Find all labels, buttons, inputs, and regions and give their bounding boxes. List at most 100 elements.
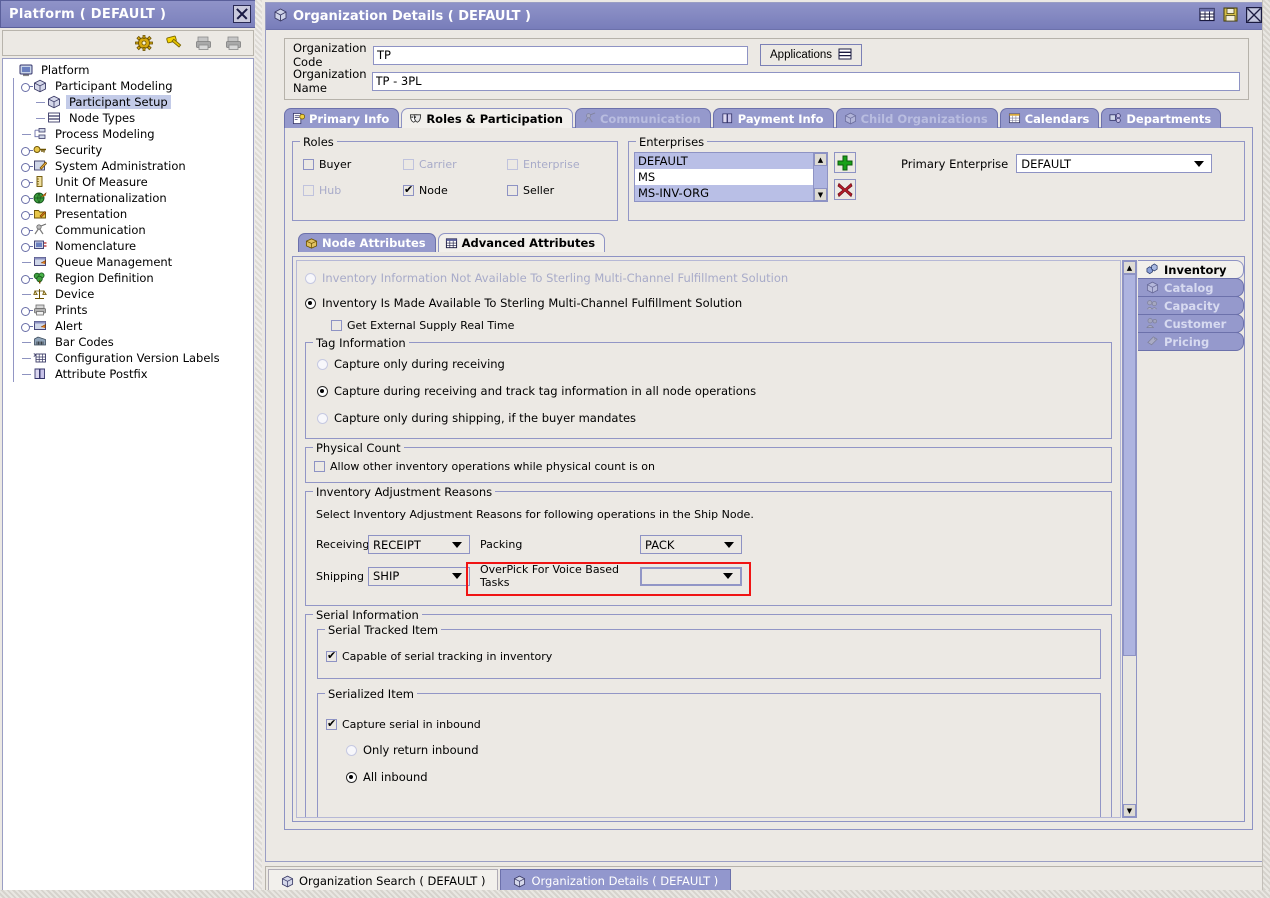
scroll-down-icon[interactable]: ▼ — [1123, 804, 1136, 817]
enterprise-list-item[interactable]: MS — [635, 169, 813, 185]
capture-serial-inbound-row[interactable]: Capture serial in inbound — [318, 694, 1100, 731]
inventory-available-radio[interactable] — [305, 297, 316, 309]
tree-item-internationalization[interactable]: Internationalization — [3, 190, 253, 206]
role-buyer-checkbox[interactable] — [303, 159, 314, 170]
scroll-down-icon[interactable]: ▼ — [814, 188, 827, 201]
enterprises-listbox[interactable]: DEFAULT MS MS-INV-ORG — [634, 152, 814, 202]
side-tab-inventory[interactable]: Inventory — [1138, 260, 1244, 279]
serialized-option-1[interactable]: All inbound — [346, 770, 1100, 784]
serialized-option-1-radio[interactable] — [346, 771, 357, 783]
print-icon[interactable] — [195, 35, 213, 51]
inventory-available-radio-row[interactable]: Inventory Is Made Available To Sterling … — [305, 296, 1112, 310]
capture-serial-inbound-checkbox[interactable] — [326, 717, 337, 730]
tree-item-participant-setup[interactable]: Participant Setup — [3, 94, 253, 110]
grid-view-icon[interactable] — [1199, 7, 1215, 25]
print-all-icon[interactable] — [225, 35, 243, 51]
receiving-combo[interactable]: RECEIPT — [368, 535, 470, 554]
tree-item-unit-of-measure[interactable]: Unit Of Measure — [3, 174, 253, 190]
tag-option-2-radio[interactable] — [317, 412, 328, 424]
tag-option-2[interactable]: Capture only during shipping, if the buy… — [317, 411, 1111, 425]
serial-tracking-checkbox[interactable] — [326, 649, 337, 662]
tree-item-node-types[interactable]: Node Types — [3, 110, 253, 126]
tab-primary-info[interactable]: Primary Info — [284, 108, 400, 128]
add-enterprise-button[interactable] — [834, 152, 856, 173]
outer-horizontal-scrollbar[interactable] — [0, 890, 1270, 898]
tree-item-process-modeling[interactable]: Process Modeling — [3, 126, 253, 142]
tree-item-region-definition[interactable]: Region Definition — [3, 270, 253, 286]
role-seller-checkbox[interactable] — [507, 185, 518, 196]
role-seller[interactable]: Seller — [507, 184, 617, 197]
tab-departments[interactable]: Departments — [1101, 108, 1222, 128]
tree-expander-icon[interactable] — [21, 81, 33, 92]
tab-payment-info[interactable]: Payment Info — [712, 108, 834, 128]
enterprises-list-scrollbar[interactable]: ▲ ▼ — [814, 152, 828, 202]
tree-item-configuration-version-labels[interactable]: Configuration Version Labels — [3, 350, 253, 366]
close-icon[interactable] — [233, 5, 251, 23]
tree-expander-icon[interactable] — [21, 305, 33, 316]
tree-item-bar-codes[interactable]: Bar Codes — [3, 334, 253, 350]
physical-count-row[interactable]: Allow other inventory operations while p… — [306, 448, 1111, 473]
save-icon[interactable] — [1223, 7, 1238, 25]
subtab-node-attributes[interactable]: Node Attributes — [298, 233, 436, 252]
tree-expander-icon[interactable] — [21, 145, 33, 156]
org-code-input[interactable] — [373, 45, 748, 65]
tree-item-attribute-postfix[interactable]: Attribute Postfix — [3, 366, 253, 382]
scrollbar-thumb[interactable] — [1123, 274, 1136, 656]
subtab-advanced-attributes[interactable]: Advanced Attributes — [437, 233, 606, 252]
tree-expander-icon[interactable] — [21, 241, 33, 252]
left-panel-scrollbar[interactable] — [255, 0, 262, 898]
tree-item-communication[interactable]: Communication — [3, 222, 253, 238]
serialized-option-0[interactable]: Only return inbound — [346, 743, 1100, 757]
attributes-vertical-scrollbar[interactable]: ▲ ▼ — [1122, 260, 1137, 818]
delete-enterprise-button[interactable] — [834, 179, 856, 200]
inventory-not-available-radio-row[interactable]: Inventory Information Not Available To S… — [305, 271, 1112, 285]
close-icon[interactable] — [1246, 6, 1263, 26]
cube-icon — [281, 875, 294, 888]
inventory-not-available-radio[interactable] — [305, 272, 316, 284]
gear-icon[interactable] — [135, 35, 153, 51]
enterprise-list-item[interactable]: MS-INV-ORG — [635, 185, 813, 201]
tree-expander-icon[interactable] — [21, 209, 33, 220]
tab-roles-participation[interactable]: Roles & Participation — [401, 108, 573, 128]
tree-item-alert[interactable]: Alert — [3, 318, 253, 334]
tree-expander-icon[interactable] — [21, 273, 33, 284]
hammer-icon[interactable] — [165, 35, 183, 51]
tree-item-prints[interactable]: Prints — [3, 302, 253, 318]
tree-item-participant-modeling[interactable]: Participant Modeling — [3, 78, 253, 94]
tag-option-0[interactable]: Capture only during receiving — [317, 357, 1111, 371]
tree-expander-icon[interactable] — [21, 225, 33, 236]
outer-vertical-scrollbar[interactable] — [1262, 0, 1270, 898]
tag-option-1[interactable]: Capture during receiving and track tag i… — [317, 384, 1111, 398]
packing-combo[interactable]: PACK — [640, 535, 742, 554]
primary-enterprise-combo[interactable]: DEFAULT — [1016, 154, 1213, 173]
get-external-supply-row[interactable]: Get External Supply Real Time — [331, 319, 1112, 332]
scroll-up-icon[interactable]: ▲ — [1123, 261, 1136, 274]
scrollbar-track[interactable] — [1123, 274, 1136, 804]
physical-count-checkbox[interactable] — [314, 461, 325, 472]
scroll-up-icon[interactable]: ▲ — [814, 153, 827, 166]
shipping-combo[interactable]: SHIP — [368, 566, 470, 586]
role-node-checkbox[interactable] — [403, 183, 414, 196]
tab-calendars[interactable]: Calendars — [999, 108, 1100, 128]
tree-expander-icon[interactable] — [21, 193, 33, 204]
enterprise-list-item[interactable]: DEFAULT — [635, 153, 813, 169]
role-buyer[interactable]: Buyer — [303, 158, 403, 171]
applications-button[interactable]: Applications — [760, 44, 863, 66]
org-name-input[interactable] — [371, 71, 1240, 91]
tree-item-presentation[interactable]: Presentation — [3, 206, 253, 222]
tree-item-security[interactable]: Security — [3, 142, 253, 158]
tree-item-device[interactable]: Device — [3, 286, 253, 302]
tree-item-platform[interactable]: Platform — [3, 62, 253, 78]
role-node[interactable]: Node — [403, 183, 507, 197]
tree-item-nomenclature[interactable]: Nomenclature — [3, 238, 253, 254]
serialized-option-0-radio[interactable] — [346, 744, 357, 756]
tree-expander-icon[interactable] — [21, 161, 33, 172]
tree-item-system-administration[interactable]: System Administration — [3, 158, 253, 174]
tag-option-0-radio[interactable] — [317, 358, 328, 370]
tree-expander-icon[interactable] — [21, 321, 33, 332]
tree-expander-icon[interactable] — [21, 177, 33, 188]
get-external-supply-checkbox[interactable] — [331, 320, 342, 331]
tag-option-1-radio[interactable] — [317, 385, 328, 397]
tree-item-queue-management[interactable]: Queue Management — [3, 254, 253, 270]
platform-tree[interactable]: Platform Participant Modeling Participant … — [2, 58, 254, 891]
